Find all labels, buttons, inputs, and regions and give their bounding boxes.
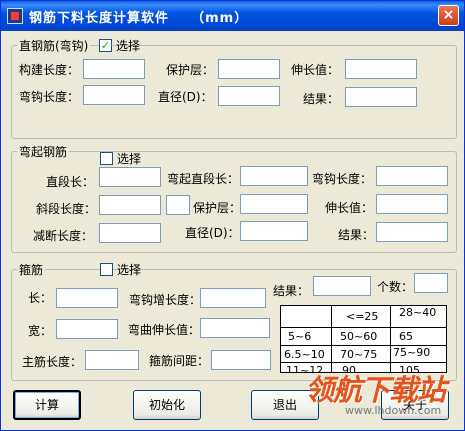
bent-elongation-label: 伸长值：	[325, 201, 374, 215]
bent-cover-label: 保护层：	[193, 201, 242, 215]
bent-straight-length-input[interactable]	[240, 166, 308, 186]
bent-cover-input[interactable]	[240, 194, 308, 214]
slant-extra-input[interactable]	[166, 195, 190, 215]
bent-elongation-input[interactable]	[376, 194, 448, 214]
bent-hook-length-label: 弯钩长度：	[312, 172, 373, 186]
bent-bar-checkbox[interactable]	[100, 152, 113, 165]
site-watermark: 领航下载站 www.lhdown.com	[301, 369, 453, 425]
straight-elongation-input[interactable]	[345, 59, 417, 79]
bent-hook-length-input[interactable]	[376, 166, 448, 186]
stirrup-checkbox-label: 选择	[117, 263, 142, 277]
member-length-label: 构建长度：	[19, 63, 80, 77]
straight-bar-checkbox[interactable]: ✓	[99, 39, 112, 52]
bent-diameter-input[interactable]	[240, 221, 308, 241]
straight-hook-length-label: 弯钩长度：	[19, 90, 80, 104]
bend-elongation-label: 弯曲伸长值：	[128, 323, 201, 337]
stirrup-width-label: 宽：	[28, 324, 53, 338]
main-bar-length-label: 主筋长度：	[22, 355, 83, 369]
bend-elongation-input[interactable]	[200, 318, 270, 338]
window-title: 钢筋下料长度计算软件 （mm）	[29, 11, 249, 26]
deduction-length-label: 减断长度：	[33, 229, 94, 243]
bent-diameter-label: 直径(D)：	[185, 226, 240, 240]
straight-result-label: 结果：	[303, 92, 340, 106]
stirrup-length-input[interactable]	[56, 288, 118, 308]
elongation-reference-table: <=25 28~40 5~6 50~60 65 6.5~10 70~75 75~…	[280, 305, 447, 373]
member-length-input[interactable]	[83, 59, 145, 79]
straight-result-input[interactable]	[345, 87, 417, 107]
table-cell: 75~90	[393, 346, 431, 359]
stirrup-spacing-input[interactable]	[211, 350, 271, 370]
stirrup-checkbox[interactable]	[100, 263, 113, 276]
slant-length-input[interactable]	[99, 195, 161, 215]
table-cell: 65	[399, 330, 413, 343]
table-header-cell: <=25	[346, 310, 379, 323]
table-header-cell: 28~40	[399, 306, 437, 319]
count-label: 个数：	[377, 280, 414, 294]
straight-bar-checkbox-label: 选择	[116, 39, 141, 53]
table-cell: 50~60	[340, 330, 378, 343]
close-button[interactable]: ×	[438, 5, 459, 26]
straight-hook-length-input[interactable]	[83, 85, 145, 105]
straight-cover-input[interactable]	[218, 59, 280, 79]
straight-segment-label: 直段长：	[46, 175, 95, 189]
watermark-url: www.lhdown.com	[345, 404, 442, 417]
table-cell: 70~75	[340, 348, 378, 361]
main-bar-length-input[interactable]	[85, 350, 139, 370]
table-cell: 6.5~10	[284, 348, 325, 361]
initialize-button[interactable]: 初始化	[133, 390, 201, 420]
app-window: 钢筋下料长度计算软件 （mm） × 直钢筋(弯钩) ✓ 选择 构建长度： 保护层…	[0, 0, 465, 431]
straight-elongation-label: 伸长值：	[291, 63, 340, 77]
table-cell: 5~6	[288, 330, 312, 343]
calculate-button[interactable]: 计算	[13, 390, 81, 420]
bent-bar-checkbox-label: 选择	[117, 152, 142, 166]
hook-increase-input[interactable]	[200, 288, 266, 308]
bent-result-input[interactable]	[376, 222, 448, 242]
hook-increase-label: 弯钩增长度：	[129, 293, 202, 307]
bent-result-label: 结果：	[338, 228, 375, 242]
slant-length-label: 斜段长度：	[36, 202, 97, 216]
stirrup-length-label: 长：	[28, 291, 53, 305]
straight-diameter-label: 直径(D)：	[158, 90, 213, 104]
stirrup-width-input[interactable]	[56, 319, 118, 339]
stirrup-spacing-label: 箍筋间距：	[149, 354, 210, 368]
bent-bar-group-title: 弯起钢筋	[17, 143, 70, 160]
watermark-logo-text: 领航下载站	[305, 373, 446, 407]
title-bar[interactable]: 钢筋下料长度计算软件 （mm） ×	[1, 1, 464, 31]
stirrup-result-input[interactable]	[313, 276, 371, 296]
stirrup-group-title: 箍筋	[17, 261, 46, 278]
app-icon	[7, 8, 23, 24]
count-input[interactable]	[414, 273, 448, 293]
straight-segment-input[interactable]	[99, 167, 161, 187]
deduction-length-input[interactable]	[99, 223, 161, 243]
bent-straight-length-label: 弯起直段长：	[167, 172, 240, 186]
straight-bar-group-title: 直钢筋(弯钩)	[17, 37, 91, 54]
straight-diameter-input[interactable]	[218, 86, 280, 106]
straight-cover-label: 保护层：	[166, 63, 215, 77]
stirrup-result-label: 结果：	[273, 284, 310, 298]
